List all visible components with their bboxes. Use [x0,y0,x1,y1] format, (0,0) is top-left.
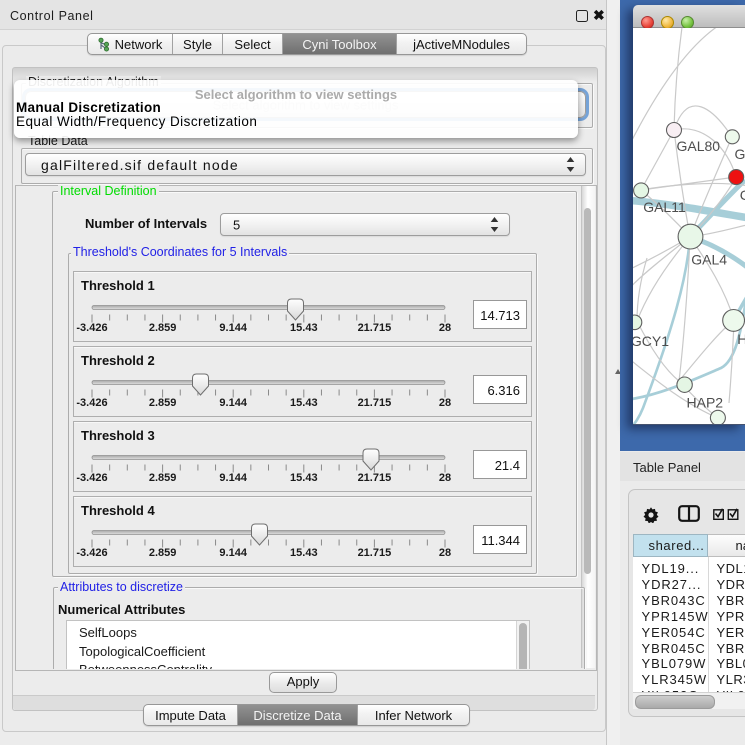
svg-text:GCY1: GCY1 [633,333,669,349]
svg-text:15.43: 15.43 [290,472,318,484]
svg-text:-3.426: -3.426 [76,472,107,484]
svg-text:28: 28 [439,472,451,484]
svg-text:GAL11: GAL11 [643,199,686,215]
svg-text:21.715: 21.715 [358,397,392,409]
svg-text:2.859: 2.859 [149,322,177,334]
svg-text:28: 28 [439,322,451,334]
svg-text:28: 28 [439,397,451,409]
svg-text:15.43: 15.43 [290,397,318,409]
svg-text:2.859: 2.859 [149,397,177,409]
svg-text:2.859: 2.859 [149,547,177,559]
svg-text:21.715: 21.715 [358,322,392,334]
svg-text:HAP2: HAP2 [687,395,724,411]
svg-text:15.43: 15.43 [290,547,318,559]
svg-text:9.144: 9.144 [219,322,247,334]
svg-text:21.715: 21.715 [358,472,392,484]
svg-text:9.144: 9.144 [219,397,247,409]
svg-text:15.43: 15.43 [290,322,318,334]
svg-text:C: C [740,187,745,203]
svg-text:GA: GA [735,146,745,162]
svg-text:28: 28 [439,547,451,559]
svg-text:21.715: 21.715 [358,547,392,559]
svg-text:GAL80: GAL80 [677,138,721,154]
svg-text:9.144: 9.144 [219,472,247,484]
svg-text:-3.426: -3.426 [76,397,107,409]
svg-text:GAL4: GAL4 [691,252,727,268]
svg-text:H: H [737,331,745,347]
svg-text:-3.426: -3.426 [76,547,107,559]
svg-text:-3.426: -3.426 [76,322,107,334]
svg-text:9.144: 9.144 [219,547,247,559]
svg-text:2.859: 2.859 [149,472,177,484]
